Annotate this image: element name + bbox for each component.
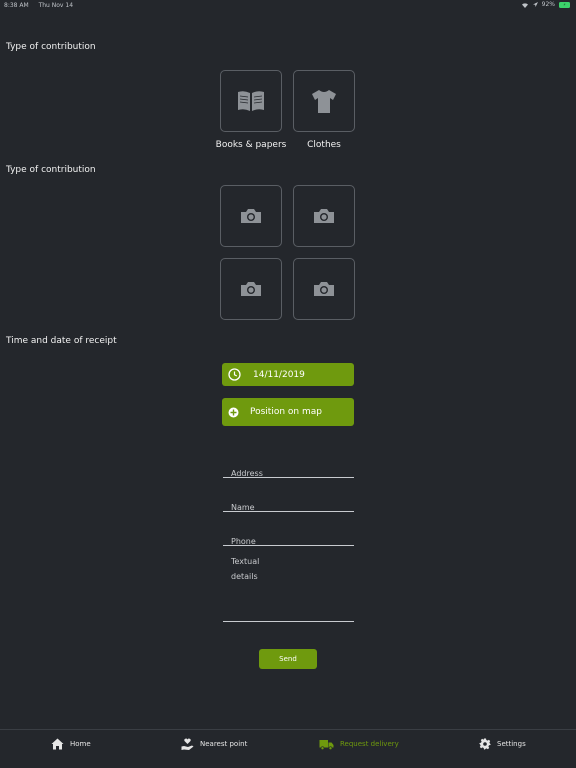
photos-section-label: Type of contribution — [6, 165, 96, 175]
status-time: 8:38 AM — [4, 2, 29, 9]
tab-request-delivery-label: Request delivery — [340, 740, 399, 748]
phone-field-wrapper — [223, 529, 354, 546]
clock-icon — [228, 368, 241, 381]
tab-request-delivery[interactable]: Request delivery — [319, 737, 399, 751]
tab-settings-label: Settings — [497, 740, 526, 748]
send-button[interactable]: Send — [259, 649, 317, 669]
home-icon — [51, 738, 64, 750]
tab-settings[interactable]: Settings — [479, 737, 526, 751]
phone-input[interactable] — [223, 537, 354, 546]
camera-icon — [314, 209, 334, 223]
name-field-wrapper — [223, 495, 354, 512]
clothes-label: Clothes — [307, 140, 341, 150]
details-field-wrapper — [223, 554, 354, 622]
time-date-label: Time and date of receipt — [6, 336, 117, 346]
tab-home[interactable]: Home — [51, 737, 91, 751]
tab-bar: Home Nearest point Request delivery Sett… — [0, 729, 576, 768]
photo-slot-4[interactable] — [293, 258, 355, 320]
photo-slot-2[interactable] — [293, 185, 355, 247]
tab-nearest-point[interactable]: Nearest point — [181, 737, 247, 751]
crosshair-icon — [228, 407, 239, 418]
contribution-type-label: Type of contribution — [6, 42, 96, 52]
heart-hand-icon — [181, 738, 194, 750]
details-textarea[interactable] — [223, 554, 354, 614]
camera-icon — [241, 209, 261, 223]
clothes-tile[interactable] — [293, 70, 355, 132]
battery-percent: 92% — [541, 1, 555, 8]
camera-icon — [314, 282, 334, 296]
truck-icon — [319, 739, 334, 750]
books-papers-tile[interactable] — [220, 70, 282, 132]
date-value: 14/11/2019 — [253, 369, 305, 380]
tab-nearest-point-label: Nearest point — [200, 740, 248, 748]
battery-icon: ⚡ — [559, 1, 570, 8]
location-icon — [532, 1, 538, 7]
status-bar: 8:38 AM Thu Nov 14 92% ⚡ — [0, 0, 576, 12]
book-icon — [238, 91, 264, 111]
gear-icon — [479, 738, 491, 750]
name-input[interactable] — [223, 503, 354, 512]
status-date: Thu Nov 14 — [38, 2, 74, 9]
camera-icon — [241, 282, 261, 296]
address-field-wrapper — [223, 461, 354, 478]
photo-slot-1[interactable] — [220, 185, 282, 247]
position-on-map-label: Position on map — [250, 407, 322, 417]
tab-home-label: Home — [70, 740, 91, 748]
address-input[interactable] — [223, 469, 354, 478]
date-picker-button[interactable]: 14/11/2019 — [222, 363, 354, 386]
position-on-map-button[interactable]: Position on map — [222, 398, 354, 426]
wifi-icon — [521, 2, 528, 8]
photo-slot-3[interactable] — [220, 258, 282, 320]
tshirt-icon — [312, 90, 336, 113]
